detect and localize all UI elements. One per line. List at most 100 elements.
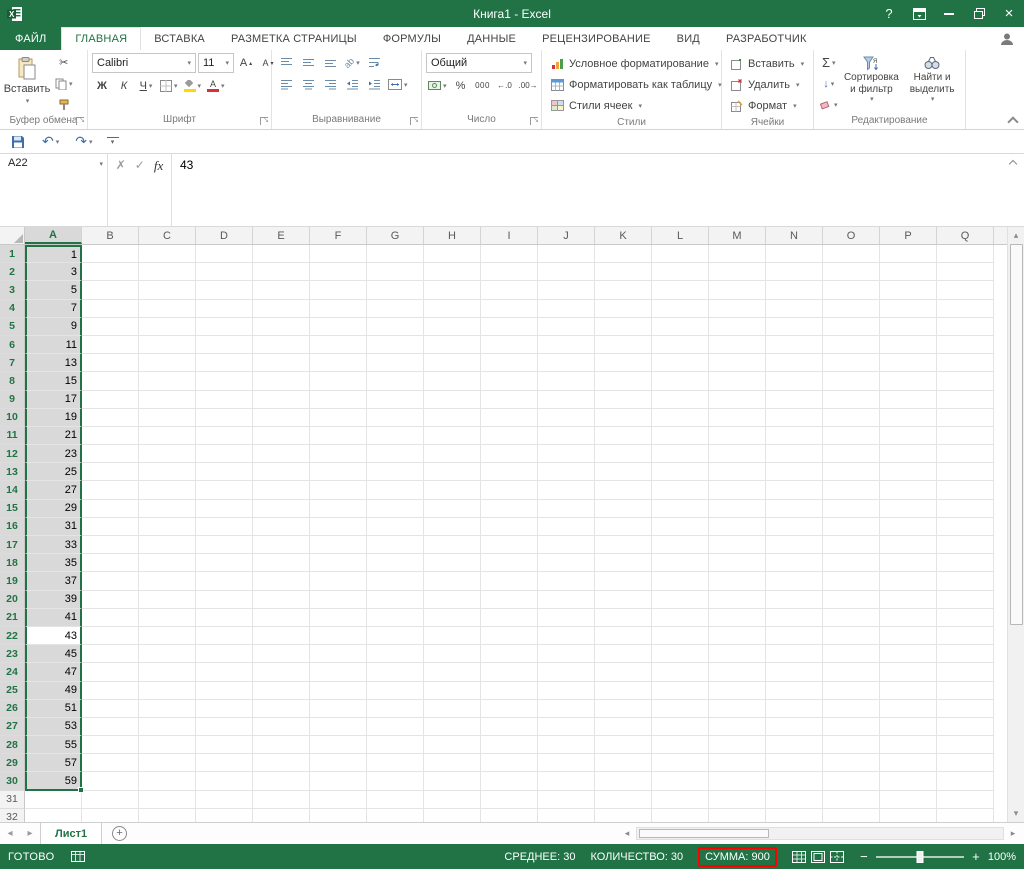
cell-D16[interactable] <box>196 517 253 536</box>
font-name-combo[interactable]: Calibri ▾ <box>92 53 196 73</box>
cell-M2[interactable] <box>709 263 766 282</box>
cell-I1[interactable] <box>481 245 538 264</box>
cell-K22[interactable] <box>595 626 652 646</box>
cell-B21[interactable] <box>82 608 139 627</box>
cell-C11[interactable] <box>139 426 196 446</box>
column-header-O[interactable]: O <box>823 227 880 244</box>
cell-J7[interactable] <box>538 354 595 373</box>
cell-C1[interactable] <box>139 245 196 264</box>
cell-D2[interactable] <box>196 263 253 282</box>
cell-G11[interactable] <box>367 426 424 446</box>
cell-G3[interactable] <box>367 281 424 300</box>
cell-E25[interactable] <box>253 681 310 700</box>
row-header-27[interactable]: 27 <box>0 717 25 737</box>
cell-M30[interactable] <box>709 772 766 791</box>
cell-C30[interactable] <box>139 772 196 791</box>
cell-N19[interactable] <box>766 572 823 591</box>
cell-G30[interactable] <box>367 772 424 791</box>
cell-G14[interactable] <box>367 481 424 500</box>
insert-function-button[interactable]: fx <box>154 158 163 174</box>
row-header-20[interactable]: 20 <box>0 590 25 609</box>
row-header-30[interactable]: 30 <box>0 772 25 791</box>
cell-K29[interactable] <box>595 754 652 773</box>
cell-P30[interactable] <box>880 772 937 791</box>
cell-C3[interactable] <box>139 281 196 300</box>
cell-H12[interactable] <box>424 445 481 464</box>
wrap-text-button[interactable] <box>364 53 384 72</box>
cell-D7[interactable] <box>196 354 253 373</box>
cell-O13[interactable] <box>823 463 880 482</box>
cell-I16[interactable] <box>481 517 538 536</box>
horizontal-scrollbar[interactable]: ◂ ▸ <box>620 823 1020 844</box>
font-size-combo[interactable]: 11 ▾ <box>198 53 234 73</box>
cell-I26[interactable] <box>481 699 538 718</box>
number-dialog-launcher[interactable] <box>530 114 539 128</box>
cell-B13[interactable] <box>82 463 139 482</box>
format-as-table-button[interactable]: Форматировать как таблицу ▾ <box>546 74 727 95</box>
select-all-button[interactable] <box>0 227 25 244</box>
cell-B26[interactable] <box>82 699 139 718</box>
cell-G15[interactable] <box>367 499 424 518</box>
cell-B15[interactable] <box>82 499 139 518</box>
cell-G25[interactable] <box>367 681 424 700</box>
cell-F9[interactable] <box>310 390 367 409</box>
cell-O3[interactable] <box>823 281 880 300</box>
cell-O20[interactable] <box>823 590 880 609</box>
cell-I32[interactable] <box>481 808 538 822</box>
column-header-E[interactable]: E <box>253 227 310 244</box>
cell-Q3[interactable] <box>937 281 994 300</box>
cell-E4[interactable] <box>253 299 310 318</box>
cell-M31[interactable] <box>709 790 766 809</box>
cell-Q23[interactable] <box>937 645 994 664</box>
cell-H17[interactable] <box>424 536 481 555</box>
cell-I8[interactable] <box>481 372 538 391</box>
autosum-button[interactable]: Σ ▾ <box>818 53 840 72</box>
cell-L4[interactable] <box>652 299 709 318</box>
cell-J19[interactable] <box>538 572 595 591</box>
cell-I9[interactable] <box>481 390 538 409</box>
cell-A30[interactable]: 59 <box>25 772 84 793</box>
cell-B10[interactable] <box>82 408 139 427</box>
cell-D21[interactable] <box>196 608 253 627</box>
cell-M18[interactable] <box>709 554 766 573</box>
cell-M23[interactable] <box>709 645 766 664</box>
cell-C7[interactable] <box>139 354 196 373</box>
cell-M27[interactable] <box>709 717 766 737</box>
cell-K12[interactable] <box>595 445 652 464</box>
cell-H28[interactable] <box>424 736 481 755</box>
cell-G10[interactable] <box>367 408 424 427</box>
cell-L22[interactable] <box>652 626 709 646</box>
cell-C23[interactable] <box>139 645 196 664</box>
cell-Q25[interactable] <box>937 681 994 700</box>
cell-C5[interactable] <box>139 317 196 336</box>
cell-N27[interactable] <box>766 717 823 737</box>
new-sheet-button[interactable]: + <box>112 826 128 841</box>
cell-J29[interactable] <box>538 754 595 773</box>
cell-J26[interactable] <box>538 699 595 718</box>
normal-view-button[interactable] <box>791 850 806 863</box>
cell-H1[interactable] <box>424 245 481 264</box>
cell-D13[interactable] <box>196 463 253 482</box>
cell-P12[interactable] <box>880 445 937 464</box>
scroll-down-icon[interactable]: ▾ <box>1008 805 1024 822</box>
cell-A19[interactable]: 37 <box>25 572 82 591</box>
cell-O23[interactable] <box>823 645 880 664</box>
align-top-button[interactable] <box>276 53 296 72</box>
cell-A2[interactable]: 3 <box>25 263 82 282</box>
cell-O10[interactable] <box>823 408 880 427</box>
cell-G18[interactable] <box>367 554 424 573</box>
cell-F13[interactable] <box>310 463 367 482</box>
cell-F2[interactable] <box>310 263 367 282</box>
cell-K2[interactable] <box>595 263 652 282</box>
cell-F25[interactable] <box>310 681 367 700</box>
cell-E13[interactable] <box>253 463 310 482</box>
cell-G26[interactable] <box>367 699 424 718</box>
cell-F4[interactable] <box>310 299 367 318</box>
cell-A18[interactable]: 35 <box>25 554 82 573</box>
cell-A23[interactable]: 45 <box>25 645 82 664</box>
cell-J9[interactable] <box>538 390 595 409</box>
cell-P25[interactable] <box>880 681 937 700</box>
cell-H27[interactable] <box>424 717 481 737</box>
cell-D20[interactable] <box>196 590 253 609</box>
zoom-in-button[interactable]: + <box>971 849 981 864</box>
